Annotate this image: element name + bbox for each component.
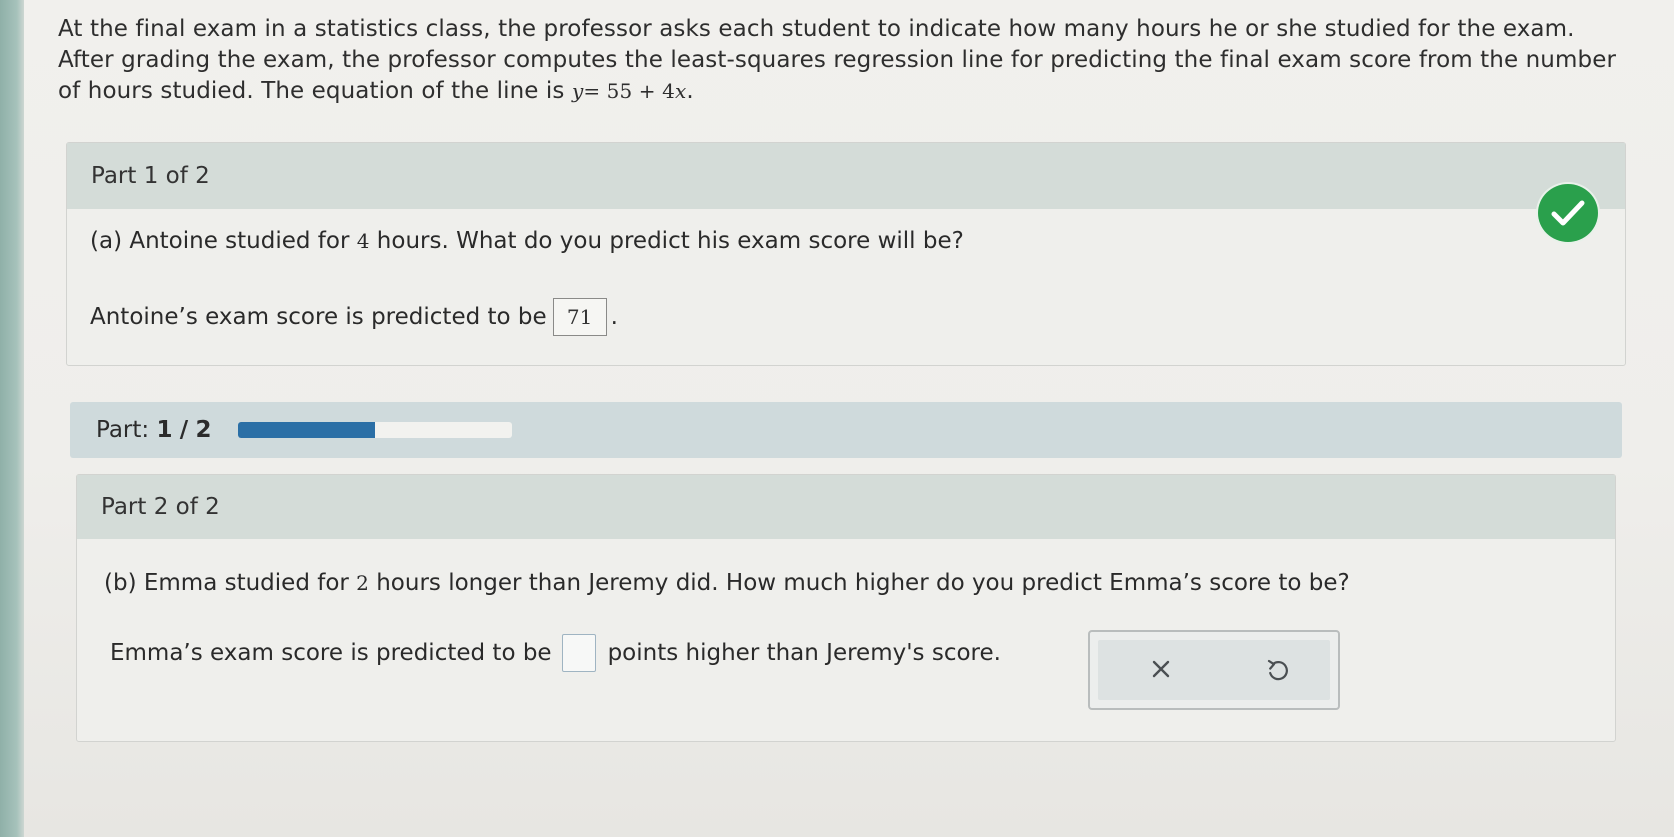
equation-intercept: 55 [606, 79, 633, 103]
progress-separator: / [179, 417, 189, 443]
part-2-answer-prefix: Emma’s exam score is predicted to be [110, 640, 552, 666]
part-1-question-prefix: (a) Antoine studied for [90, 228, 350, 254]
part-2-title: Part 2 of 2 [101, 494, 220, 520]
undo-icon[interactable] [1266, 658, 1290, 688]
equation-equals: = [583, 79, 601, 103]
part-2-answer-input[interactable] [561, 634, 596, 672]
part-2-answer-suffix: points higher than Jeremy's score. [607, 640, 1001, 666]
part-2-question: (b) Emma studied for 2 hours longer than… [104, 570, 1350, 596]
part-1-title: Part 1 of 2 [91, 163, 210, 189]
problem-statement: At the final exam in a statistics class,… [58, 14, 1618, 107]
equation-period: . [686, 78, 694, 104]
x-icon[interactable] [1150, 658, 1172, 684]
answer-tools-panel [1088, 630, 1340, 710]
equation-y: y [571, 79, 584, 103]
part-2-question-prefix: (b) Emma studied for [104, 570, 349, 596]
part-2-header: Part 2 of 2 [77, 475, 1615, 539]
checkmark-icon [1538, 184, 1598, 242]
part-2-answer-row: Emma’s exam score is predicted to be poi… [110, 634, 1001, 672]
part-2-card: Part 2 of 2 [76, 474, 1616, 742]
progress-current: 1 [156, 417, 173, 443]
progress-track [237, 422, 512, 438]
part-1-answer-box[interactable]: 71 [552, 298, 607, 336]
part-1-answer-row: Antoine’s exam score is predicted to be … [90, 298, 618, 336]
equation-x: x [674, 79, 687, 103]
equation-plus: + [638, 79, 656, 103]
progress-fill [237, 422, 375, 438]
equation-slope: 4 [662, 79, 675, 103]
part-1-header: Part 1 of 2 [67, 143, 1625, 209]
regression-equation: y= 55 + 4x [572, 79, 686, 103]
left-edge-background [0, 0, 24, 837]
part-1-answer-period: . [610, 304, 618, 330]
part-1-answer-prefix: Antoine’s exam score is predicted to be [90, 304, 547, 330]
problem-text: At the final exam in a statistics class,… [58, 16, 1616, 104]
progress-label: Part: 1 / 2 [96, 417, 212, 443]
part-1-question: (a) Antoine studied for 4 hours. What do… [90, 228, 964, 254]
progress-label-text: Part: [96, 417, 150, 443]
answer-tools-inner [1098, 640, 1330, 700]
progress-total: 2 [195, 417, 212, 443]
part-1-hours-value: 4 [356, 229, 370, 253]
part-progress-bar: Part: 1 / 2 [70, 402, 1622, 458]
part-1-question-suffix: hours. What do you predict his exam scor… [376, 228, 964, 254]
part-2-hours-value: 2 [356, 571, 369, 595]
part-2-question-suffix: hours longer than Jeremy did. How much h… [376, 570, 1350, 596]
